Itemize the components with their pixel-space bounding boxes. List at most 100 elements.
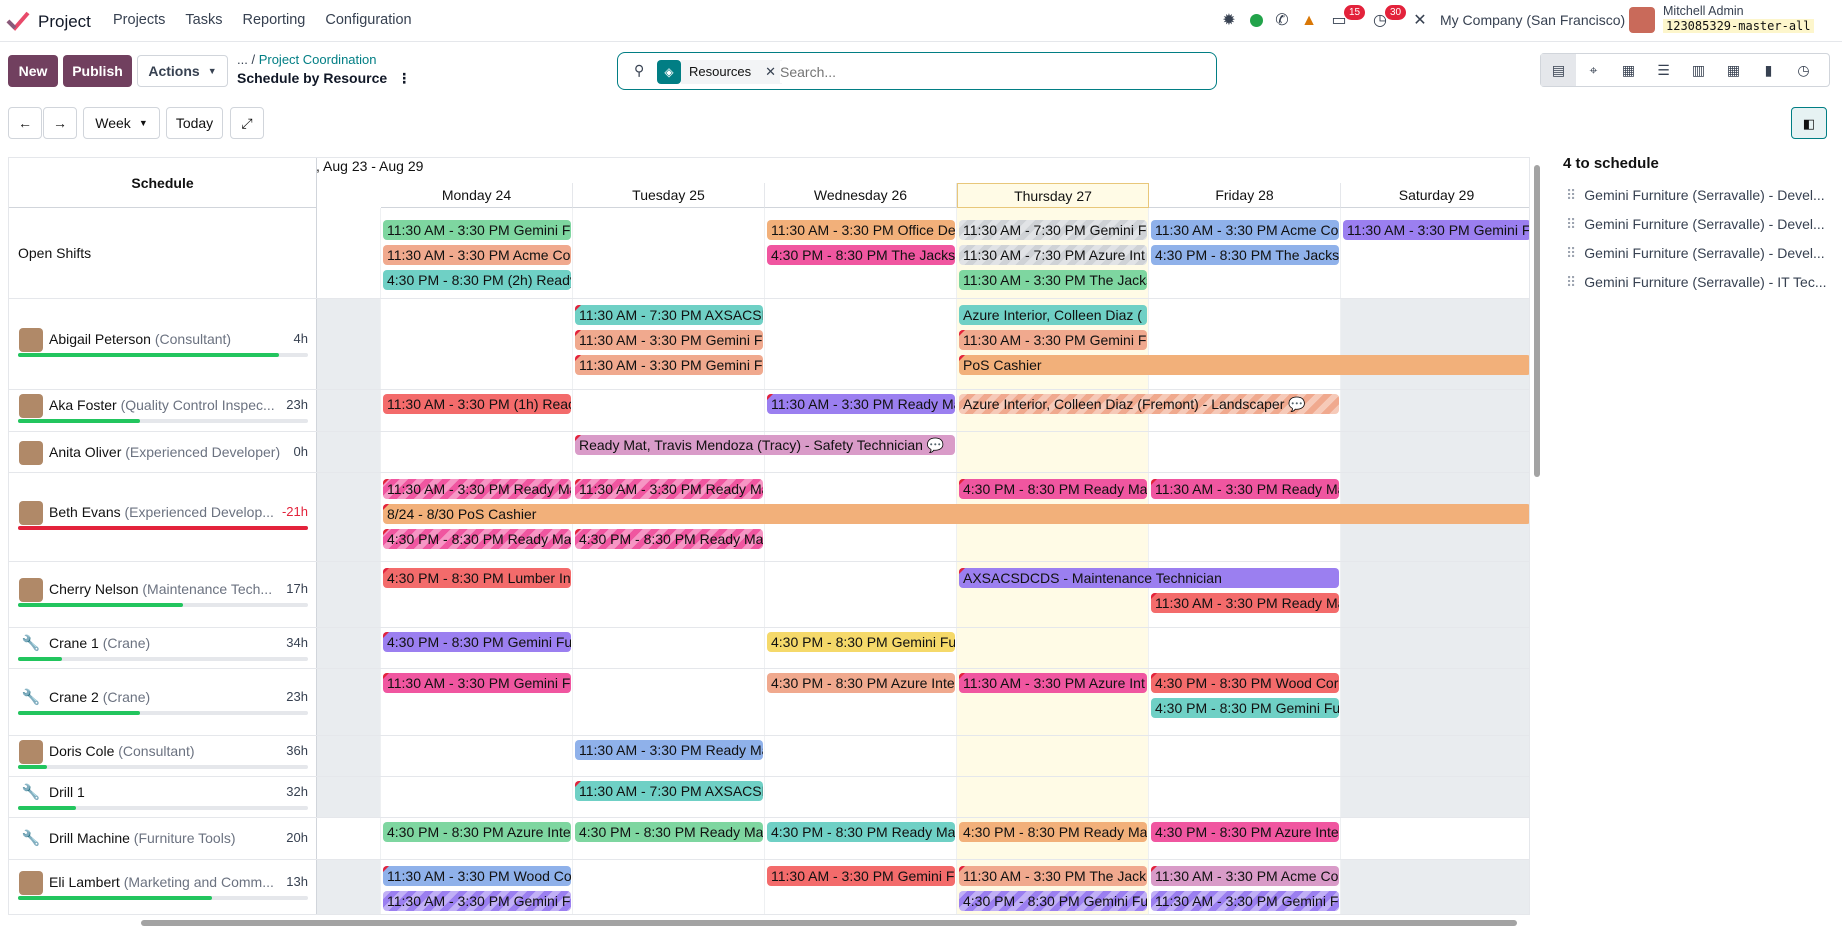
row-header[interactable]: Cherry Nelson (Maintenance Tech... 17h: [9, 562, 317, 627]
gantt-cell[interactable]: [573, 562, 765, 627]
shift-pill[interactable]: 4:30 PM - 8:30 PM The Jackso: [1151, 245, 1339, 265]
menu-tasks[interactable]: Tasks: [185, 12, 222, 28]
shift-pill[interactable]: 11:30 AM - 3:30 PM Gemini Fu: [1343, 220, 1529, 240]
shift-pill[interactable]: 11:30 AM - 7:30 PM Azure Int: [959, 245, 1147, 265]
row-header[interactable]: Doris Cole (Consultant) 36h: [9, 736, 317, 776]
row-header[interactable]: Beth Evans (Experienced Develop... -21h: [9, 473, 317, 561]
tools-icon[interactable]: ✕: [1410, 11, 1430, 31]
shift-pill[interactable]: 11:30 AM - 3:30 PM Gemini Fu: [383, 891, 571, 911]
gantt-cell[interactable]: [317, 736, 381, 776]
shift-pill[interactable]: 11:30 AM - 3:30 PM Gemini Fu: [383, 220, 571, 240]
side-panel-toggle-icon[interactable]: ◧: [1791, 107, 1827, 139]
shift-pill[interactable]: 11:30 AM - 3:30 PM Gemini Fu: [959, 330, 1147, 350]
menu-reporting[interactable]: Reporting: [242, 12, 305, 28]
gantt-cell[interactable]: [1341, 777, 1529, 817]
shift-pill[interactable]: 11:30 AM - 3:30 PM Acme Co: [383, 245, 571, 265]
shift-pill[interactable]: 11:30 AM - 3:30 PM Ready Ma: [383, 479, 571, 499]
menu-configuration[interactable]: Configuration: [325, 12, 411, 28]
row-header[interactable]: Abigail Peterson (Consultant) 4h: [9, 299, 317, 389]
gantt-cell[interactable]: [381, 299, 573, 389]
kebab-menu-icon[interactable]: ⋮: [397, 70, 411, 86]
gantt-cell[interactable]: [317, 473, 381, 561]
gantt-cell[interactable]: [573, 628, 765, 668]
gantt-cell[interactable]: [1341, 736, 1529, 776]
gantt-cell[interactable]: [381, 432, 573, 472]
expand-icon[interactable]: ⤢: [230, 107, 264, 139]
gantt-cell[interactable]: [1149, 777, 1341, 817]
phone-icon[interactable]: ✆: [1272, 11, 1292, 31]
gantt-cell[interactable]: [381, 777, 573, 817]
shift-pill[interactable]: 4:30 PM - 8:30 PM Gemini Fur: [1151, 698, 1339, 718]
gantt-cell[interactable]: [573, 860, 765, 914]
kanban-view-icon[interactable]: ▥: [1681, 54, 1716, 86]
shift-pill[interactable]: Azure Interior, Colleen Diaz (Fremont) -…: [959, 394, 1339, 414]
shift-pill[interactable]: 11:30 AM - 3:30 PM Ready Ma: [575, 479, 763, 499]
row-header[interactable]: 🔧 Crane 1 (Crane) 34h: [9, 628, 317, 668]
shift-pill[interactable]: Ready Mat, Travis Mendoza (Tracy) - Safe…: [575, 435, 955, 455]
calendar-view-icon[interactable]: ▦: [1611, 54, 1646, 86]
actions-dropdown[interactable]: Actions ▼: [137, 55, 228, 87]
gantt-cell[interactable]: [765, 736, 957, 776]
gantt-cell[interactable]: [765, 777, 957, 817]
shift-pill[interactable]: AXSACSDCDS - Maintenance Technician: [959, 568, 1339, 588]
gantt-cell[interactable]: [1341, 628, 1529, 668]
gantt-cell[interactable]: [381, 736, 573, 776]
gantt-cell[interactable]: [1341, 818, 1529, 859]
to-schedule-item[interactable]: ⠿ Gemini Furniture (Serravalle) - IT Tec.…: [1566, 274, 1826, 291]
gantt-cell[interactable]: [573, 390, 765, 431]
shift-pill[interactable]: 4:30 PM - 8:30 PM Azure Inte: [767, 673, 955, 693]
horizontal-scroll-thumb[interactable]: [141, 920, 1517, 926]
shift-pill[interactable]: 4:30 PM - 8:30 PM Lumber In: [383, 568, 571, 588]
gantt-cell[interactable]: [957, 777, 1149, 817]
shift-pill[interactable]: 11:30 AM - 3:30 PM Azure Int: [959, 673, 1147, 693]
gantt-cell[interactable]: [317, 562, 381, 627]
row-header[interactable]: Aka Foster (Quality Control Inspec... 23h: [9, 390, 317, 431]
shift-pill[interactable]: 4:30 PM - 8:30 PM Ready Mat: [383, 529, 571, 549]
gantt-cell[interactable]: [1341, 860, 1529, 914]
list-view-icon[interactable]: ☰: [1646, 54, 1681, 86]
to-schedule-item[interactable]: ⠿ Gemini Furniture (Serravalle) - Devel..…: [1566, 245, 1825, 262]
vertical-scrollbar[interactable]: [1532, 157, 1542, 915]
shift-pill[interactable]: 4:30 PM - 8:30 PM Ready Mat: [575, 822, 763, 842]
project-app-icon[interactable]: [6, 9, 30, 33]
search-input[interactable]: [780, 61, 1200, 83]
drag-handle-icon[interactable]: ⠿: [1566, 274, 1576, 290]
shift-pill[interactable]: 8/24 - 8/30 PoS Cashier: [383, 504, 1529, 524]
gantt-cell[interactable]: [1149, 628, 1341, 668]
row-header[interactable]: 🔧 Crane 2 (Crane) 23h: [9, 669, 317, 735]
shift-pill[interactable]: 11:30 AM - 3:30 PM Acme Co: [1151, 220, 1339, 240]
shift-pill[interactable]: 4:30 PM - 8:30 PM Ready Mat: [767, 822, 955, 842]
gantt-cell[interactable]: [1341, 562, 1529, 627]
shift-pill[interactable]: 11:30 AM - 3:30 PM Gemini Fu: [1151, 891, 1339, 911]
gantt-cell[interactable]: [957, 628, 1149, 668]
status-online-icon[interactable]: [1246, 11, 1266, 31]
gantt-cell[interactable]: [1149, 736, 1341, 776]
shift-pill[interactable]: 4:30 PM - 8:30 PM Gemini Fur: [959, 891, 1147, 911]
shift-pill[interactable]: 4:30 PM - 8:30 PM Azure Inte: [1151, 822, 1339, 842]
vertical-scroll-thumb[interactable]: [1534, 165, 1540, 477]
shift-pill[interactable]: 11:30 AM - 3:30 PM The Jack: [959, 866, 1147, 886]
shift-pill[interactable]: 11:30 AM - 3:30 PM Ready Ma: [1151, 593, 1339, 613]
new-button[interactable]: New: [8, 55, 58, 87]
shift-pill[interactable]: 11:30 AM - 7:30 PM AXSACSD: [575, 781, 763, 801]
gantt-cell[interactable]: [957, 432, 1149, 472]
gantt-cell[interactable]: [573, 208, 765, 298]
map-view-icon[interactable]: ⌖: [1576, 54, 1611, 86]
gantt-cell[interactable]: [317, 628, 381, 668]
gantt-cell[interactable]: [957, 736, 1149, 776]
gantt-cell[interactable]: [765, 562, 957, 627]
row-header[interactable]: Open Shifts: [9, 208, 317, 298]
gantt-cell[interactable]: [765, 299, 957, 389]
gantt-cell[interactable]: [317, 432, 381, 472]
gantt-cell[interactable]: [1149, 432, 1341, 472]
shift-pill[interactable]: 4:30 PM - 8:30 PM Gemini Fur: [767, 632, 955, 652]
gantt-cell[interactable]: [1341, 669, 1529, 735]
row-header[interactable]: Eli Lambert (Marketing and Comm... 13h: [9, 860, 317, 914]
documents-icon[interactable]: ▲: [1299, 11, 1319, 31]
gantt-cell[interactable]: [1341, 432, 1529, 472]
shift-pill[interactable]: 11:30 AM - 3:30 PM Ready Ma: [1151, 479, 1339, 499]
publish-button[interactable]: Publish: [63, 55, 132, 87]
shift-pill[interactable]: PoS Cashier: [959, 355, 1529, 375]
shift-pill[interactable]: 4:30 PM - 8:30 PM Ready Mat: [959, 479, 1147, 499]
to-schedule-item[interactable]: ⠿ Gemini Furniture (Serravalle) - Devel..…: [1566, 216, 1825, 233]
